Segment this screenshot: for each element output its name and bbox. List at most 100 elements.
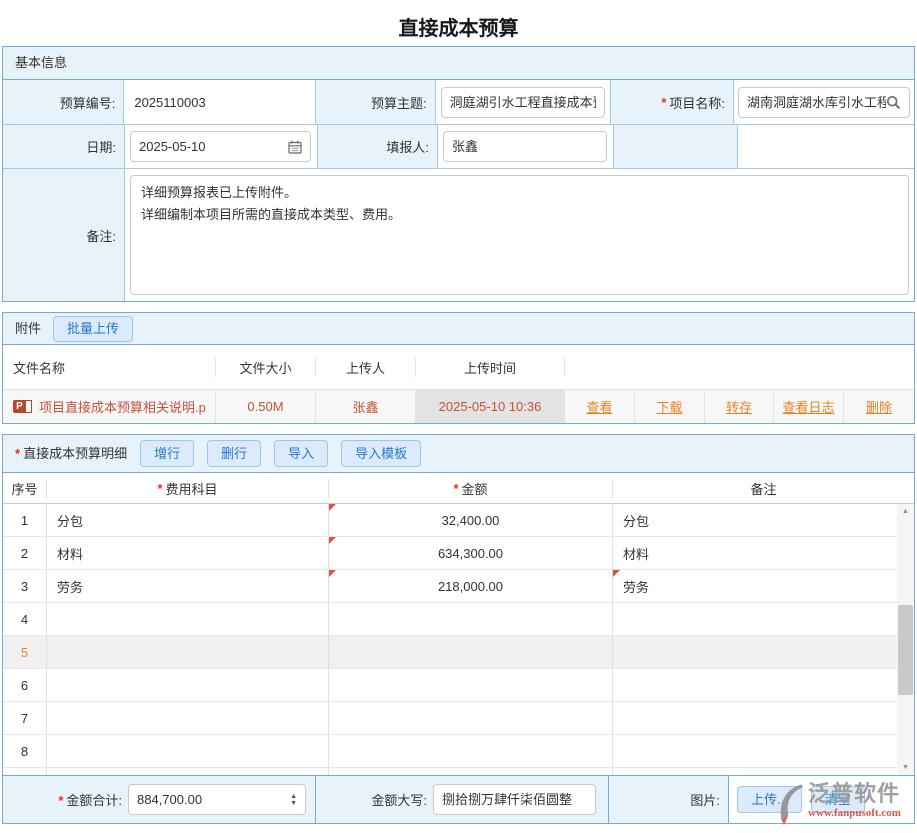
col-amount: *金额 — [329, 479, 613, 498]
scroll-up-arrow[interactable]: ▲ — [897, 504, 914, 519]
subject-cell[interactable]: 劳务 — [47, 570, 329, 602]
amount-cell[interactable] — [329, 603, 613, 635]
basic-info-row-2: 日期: 2025-05-10 填报人: 张鑫 — [3, 125, 914, 169]
detail-row-6: 6 — [3, 669, 914, 702]
remark-cell[interactable] — [613, 669, 914, 701]
scrollbar-thumb[interactable] — [898, 605, 913, 695]
budget-no-label: 预算编号: — [3, 80, 124, 124]
subject-cell[interactable] — [47, 702, 329, 734]
import-template-button[interactable]: 导入模板 — [341, 440, 421, 467]
total-cell: *金额合计: 884,700.00 ▲ ▼ — [3, 776, 316, 823]
remark-cell[interactable] — [613, 603, 914, 635]
remark-cell[interactable]: 材料 — [613, 537, 914, 569]
spinner-up-icon[interactable]: ▲ — [290, 793, 297, 800]
amount-spinner[interactable]: ▲ ▼ — [290, 793, 297, 807]
amount-cell[interactable]: 218,000.00 — [329, 570, 613, 602]
calendar-icon[interactable] — [288, 140, 302, 154]
ppt-file-icon: P — [13, 399, 33, 415]
amount-cell[interactable] — [329, 636, 613, 668]
col-subject: *费用科目 — [47, 479, 329, 498]
scroll-down-arrow[interactable]: ▼ — [897, 760, 914, 775]
filler-label: 填报人: — [318, 125, 438, 168]
empty-value-cell — [738, 125, 914, 168]
attachments-section-header: 附件 批量上传 — [3, 313, 914, 345]
detail-row-partial — [3, 768, 914, 775]
batch-upload-button[interactable]: 批量上传 — [53, 316, 133, 342]
col-file-size: 文件大小 — [216, 358, 316, 377]
remark-cell[interactable]: 劳务 — [613, 570, 914, 602]
clear-image-button[interactable]: 清空 — [811, 786, 865, 813]
basic-info-row-3: 备注: 详细预算报表已上传附件。 详细编制本项目所需的直接成本类型、费用。 — [3, 169, 914, 301]
view-log-link[interactable]: 查看日志 — [782, 397, 834, 416]
add-row-button[interactable]: 增行 — [140, 440, 194, 467]
amount-cell[interactable] — [329, 735, 613, 767]
amount-cell[interactable]: 634,300.00 — [329, 537, 613, 569]
subject-cell[interactable] — [47, 636, 329, 668]
basic-info-row-1: 预算编号: 2025110003 预算主题: 洞庭湖引水工程直接成本预算 * 项… — [3, 80, 914, 125]
view-link[interactable]: 查看 — [586, 397, 612, 416]
col-upload-time: 上传时间 — [416, 358, 565, 377]
delete-row-button[interactable]: 删行 — [207, 440, 261, 467]
detail-section-title: 直接成本预算明细 — [23, 438, 127, 470]
remark-cell[interactable] — [613, 735, 914, 767]
download-link[interactable]: 下载 — [656, 397, 682, 416]
row-seq: 3 — [3, 570, 47, 602]
scrollbar-track[interactable] — [897, 519, 914, 760]
amount-cell[interactable] — [329, 702, 613, 734]
filler-input[interactable]: 张鑫 — [443, 131, 607, 162]
attachments-panel: 附件 批量上传 文件名称 文件大小 上传人 上传时间 P 项目直接成本预算相关说… — [2, 312, 915, 424]
row-seq: 1 — [3, 504, 47, 536]
remark-textarea[interactable]: 详细预算报表已上传附件。 详细编制本项目所需的直接成本类型、费用。 — [130, 175, 909, 295]
vertical-scrollbar[interactable]: ▲ ▼ — [897, 504, 914, 775]
detail-row-5-selected: 5 — [3, 636, 914, 669]
import-button[interactable]: 导入 — [274, 440, 328, 467]
attachment-file-name[interactable]: 项目直接成本预算相关说明.p — [39, 397, 206, 416]
detail-section-header: * 直接成本预算明细 增行 删行 导入 导入模板 — [3, 435, 914, 473]
col-remark: 备注 — [613, 479, 914, 498]
amount-cell[interactable] — [329, 669, 613, 701]
delete-link[interactable]: 删除 — [866, 397, 892, 416]
attachment-upload-time: 2025-05-10 10:36 — [416, 390, 565, 423]
project-name-input[interactable]: 湖南洞庭湖水库引水工程施工 — [738, 87, 910, 118]
attachment-file-cell[interactable]: P 项目直接成本预算相关说明.p — [3, 390, 216, 423]
detail-table-body: 1 分包 32,400.00 分包 2 材料 634,300.00 材料 3 劳… — [3, 504, 914, 775]
detail-footer: *金额合计: 884,700.00 ▲ ▼ 金额大写: 捌拾捌万肆仟柒佰圆整 图… — [3, 775, 914, 823]
remark-cell[interactable] — [613, 702, 914, 734]
row-seq: 8 — [3, 735, 47, 767]
search-icon[interactable] — [886, 95, 901, 110]
page-title: 直接成本预算 — [0, 0, 917, 46]
subject-cell[interactable] — [47, 603, 329, 635]
detail-row-2: 2 材料 634,300.00 材料 — [3, 537, 914, 570]
remark-cell[interactable]: 分包 — [613, 504, 914, 536]
subject-cell[interactable]: 分包 — [47, 504, 329, 536]
subject-cell[interactable] — [47, 735, 329, 767]
upload-image-button[interactable]: 上传... — [737, 786, 802, 813]
attachments-table-header: 文件名称 文件大小 上传人 上传时间 — [3, 345, 914, 390]
attachment-uploader: 张鑫 — [316, 390, 416, 423]
image-label: 图片: — [609, 776, 729, 823]
attachments-section-title: 附件 — [15, 313, 41, 345]
subject-input[interactable]: 洞庭湖引水工程直接成本预算 — [441, 87, 605, 118]
remark-label: 备注: — [3, 169, 125, 301]
spinner-down-icon[interactable]: ▼ — [290, 800, 297, 807]
date-input[interactable]: 2025-05-10 — [130, 131, 311, 162]
empty-label-cell — [614, 125, 738, 168]
detail-row-8: 8 — [3, 735, 914, 768]
subject-cell[interactable]: 材料 — [47, 537, 329, 569]
budget-no-value: 2025110003 — [124, 80, 316, 124]
row-seq: 6 — [3, 669, 47, 701]
basic-info-section-title: 基本信息 — [15, 47, 67, 79]
basic-info-panel: 基本信息 预算编号: 2025110003 预算主题: 洞庭湖引水工程直接成本预… — [2, 46, 915, 302]
remark-cell[interactable] — [613, 636, 914, 668]
transfer-link[interactable]: 转存 — [726, 397, 752, 416]
total-amount-input[interactable]: 884,700.00 ▲ ▼ — [128, 784, 306, 815]
required-asterisk: * — [15, 438, 20, 470]
detail-row-7: 7 — [3, 702, 914, 735]
detail-panel: * 直接成本预算明细 增行 删行 导入 导入模板 序号 *费用科目 *金额 备注… — [2, 434, 915, 824]
col-seq: 序号 — [3, 479, 47, 498]
row-seq: 2 — [3, 537, 47, 569]
amount-words-input[interactable]: 捌拾捌万肆仟柒佰圆整 — [433, 784, 596, 815]
total-label: *金额合计: — [3, 790, 128, 809]
subject-cell[interactable] — [47, 669, 329, 701]
amount-cell[interactable]: 32,400.00 — [329, 504, 613, 536]
